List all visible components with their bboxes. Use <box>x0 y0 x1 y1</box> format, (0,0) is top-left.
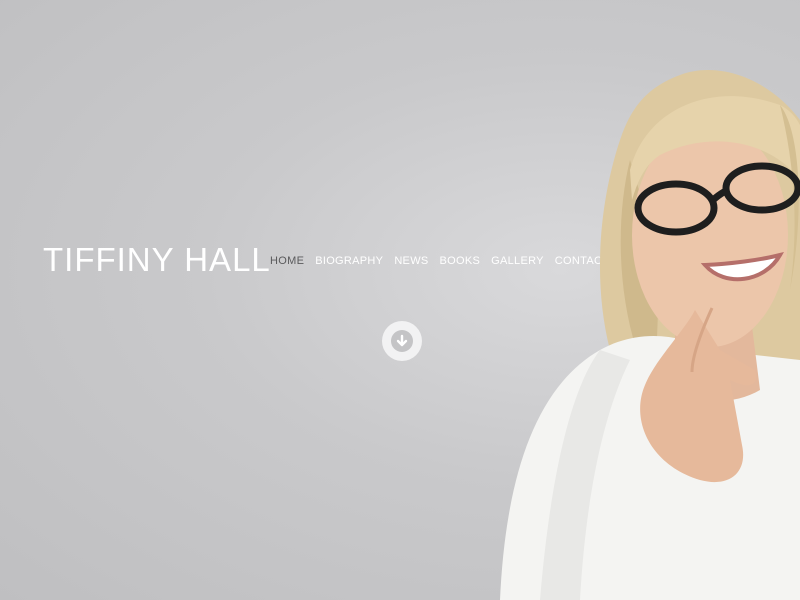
site-title[interactable]: TIFFINY HALL <box>43 240 271 280</box>
arrow-down-circle-icon <box>391 330 413 352</box>
nav-item-news[interactable]: NEWS <box>394 254 428 268</box>
hero-portrait <box>500 70 800 600</box>
nav-item-books[interactable]: BOOKS <box>440 254 481 268</box>
nav-item-biography[interactable]: BIOGRAPHY <box>315 254 383 268</box>
scroll-down-button[interactable] <box>382 321 422 361</box>
nav-item-home[interactable]: HOME <box>270 254 304 268</box>
